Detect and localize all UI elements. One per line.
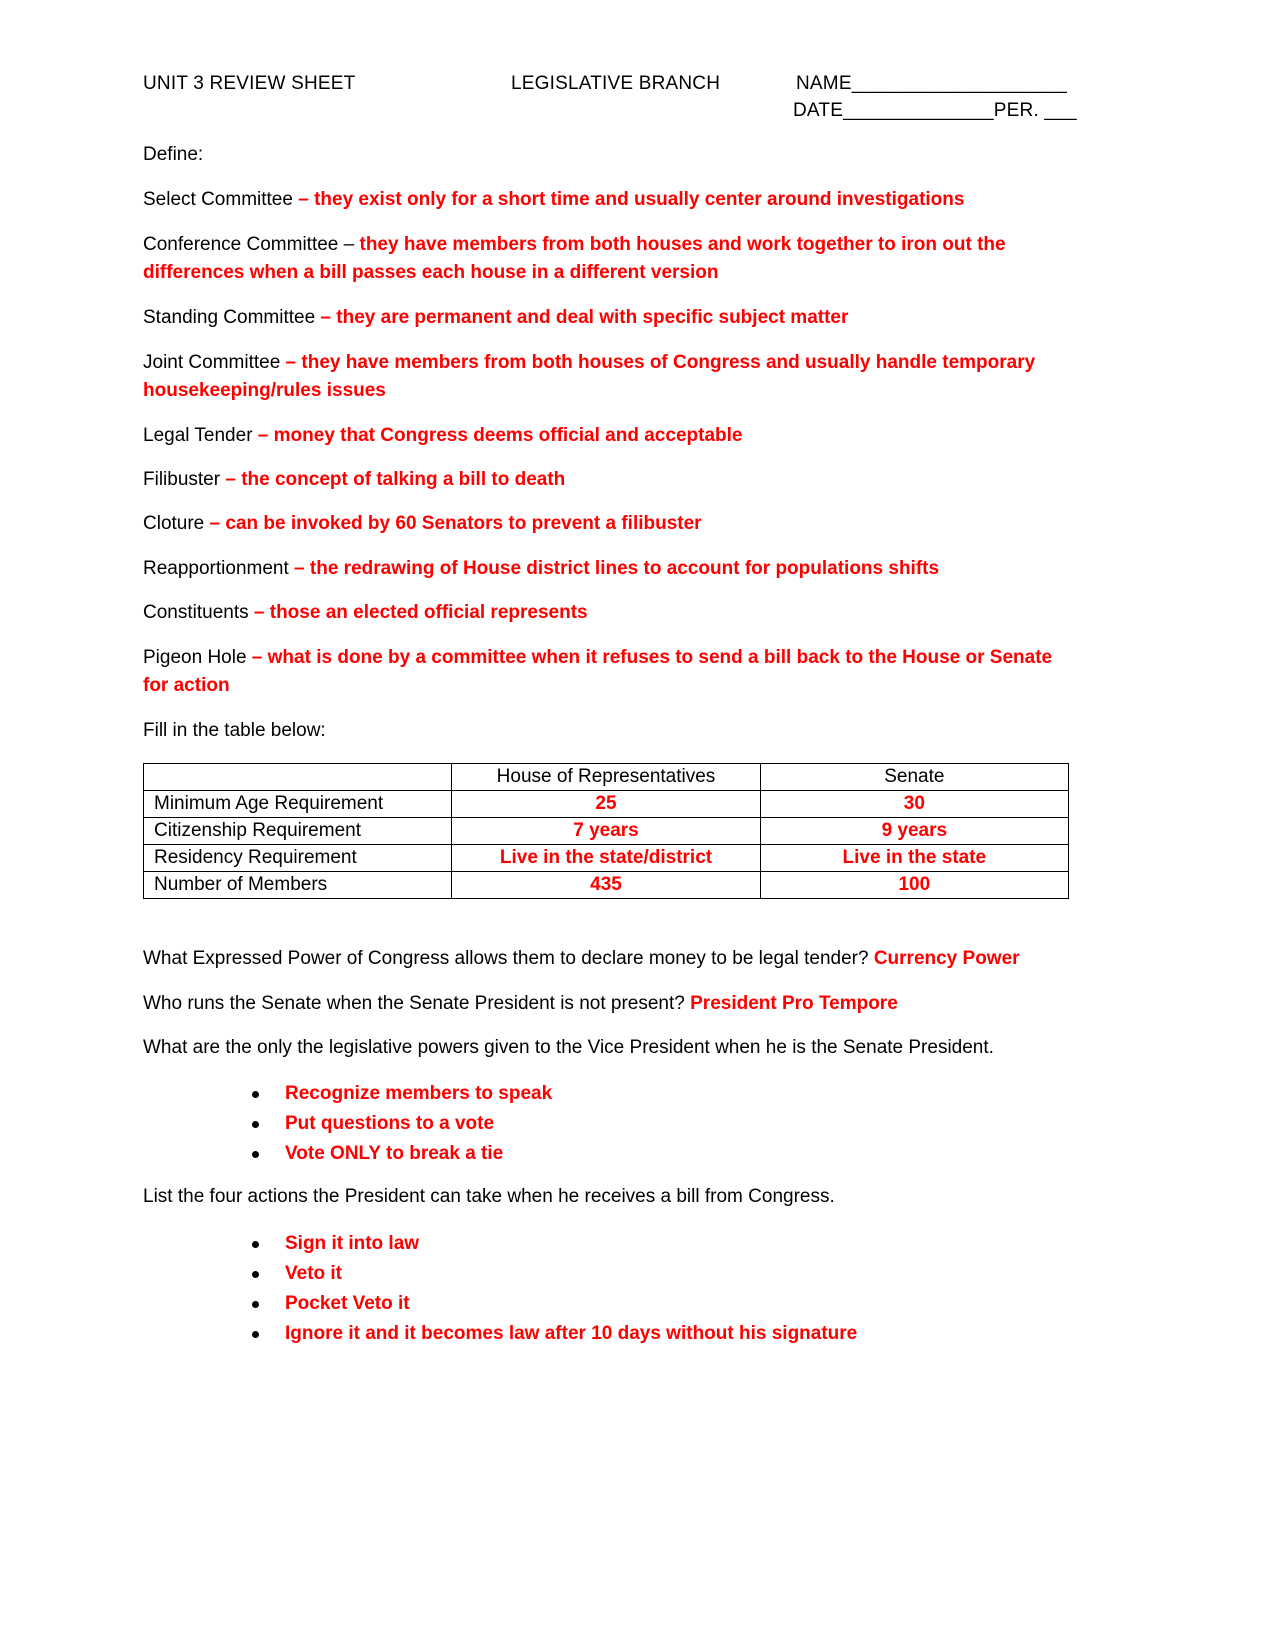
bullet-icon bbox=[252, 1151, 259, 1158]
definition-dash: – bbox=[280, 352, 302, 373]
vp-powers-list: Recognize members to speak Put questions… bbox=[248, 1079, 552, 1169]
house-value: 25 bbox=[451, 790, 761, 818]
list-item-text: Veto it bbox=[285, 1263, 343, 1284]
senate-value: 9 years bbox=[759, 817, 1070, 845]
question-vp-powers: What are the only the legislative powers… bbox=[143, 1037, 994, 1059]
senate-value: 100 bbox=[759, 871, 1070, 899]
date-period-field: DATE______________PER. ___ bbox=[793, 100, 1077, 121]
list-item: Sign it into law bbox=[248, 1229, 857, 1259]
bullet-icon bbox=[252, 1091, 259, 1098]
list-item: Veto it bbox=[248, 1259, 857, 1289]
president-actions-list: Sign it into law Veto it Pocket Veto it … bbox=[248, 1229, 857, 1349]
definition-conference-committee: Conference Committee – they have members… bbox=[143, 231, 1073, 287]
bullet-icon bbox=[252, 1331, 259, 1338]
senate-value: Live in the state bbox=[759, 844, 1070, 872]
question-answer: Currency Power bbox=[873, 948, 1020, 969]
list-item: Recognize members to speak bbox=[248, 1079, 552, 1109]
define-label: Define: bbox=[143, 144, 204, 165]
house-value: 7 years bbox=[451, 817, 761, 845]
question-text: What are the only the legislative powers… bbox=[143, 1037, 994, 1058]
definition-dash: – bbox=[252, 425, 274, 446]
worksheet-page: UNIT 3 REVIEW SHEET LEGISLATIVE BRANCH N… bbox=[0, 0, 1275, 1651]
definition-term: Cloture bbox=[143, 513, 205, 534]
definition-term: Pigeon Hole bbox=[143, 647, 247, 668]
definition-answer: can be invoked by 60 Senators to prevent… bbox=[225, 513, 702, 534]
senate-value: 30 bbox=[759, 790, 1070, 818]
bullet-icon bbox=[252, 1121, 259, 1128]
definition-term: Legal Tender bbox=[143, 425, 253, 446]
definition-reapportionment: Reapportionment – the redrawing of House… bbox=[143, 555, 1073, 583]
row-label: Citizenship Requirement bbox=[142, 817, 453, 845]
name-field: NAME____________________ bbox=[796, 73, 1068, 94]
list-item-text: Put questions to a vote bbox=[285, 1113, 495, 1134]
row-label: Residency Requirement bbox=[142, 844, 453, 872]
definition-dash: – bbox=[338, 234, 360, 255]
definition-dash: – bbox=[246, 647, 268, 668]
row-label: Minimum Age Requirement bbox=[142, 790, 453, 818]
definition-filibuster: Filibuster – the concept of talking a bi… bbox=[143, 466, 1073, 494]
definition-term: Conference Committee bbox=[143, 234, 339, 255]
definition-answer: money that Congress deems official and a… bbox=[273, 425, 743, 446]
definition-dash: – bbox=[220, 469, 242, 490]
definition-term: Filibuster bbox=[143, 469, 221, 490]
question-currency-power: What Expressed Power of Congress allows … bbox=[143, 948, 1020, 970]
question-senate-leader: Who runs the Senate when the Senate Pres… bbox=[143, 993, 898, 1015]
definition-answer: what is done by a committee when it refu… bbox=[143, 647, 1053, 696]
table-header-senate: Senate bbox=[759, 763, 1070, 791]
list-item: Pocket Veto it bbox=[248, 1289, 857, 1319]
unit-title: UNIT 3 REVIEW SHEET bbox=[143, 73, 356, 94]
definition-term: Standing Committee bbox=[143, 307, 316, 328]
definition-select-committee: Select Committee – they exist only for a… bbox=[143, 186, 1073, 214]
definition-term: Reapportionment bbox=[143, 558, 289, 579]
definition-answer: the redrawing of House district lines to… bbox=[309, 558, 940, 579]
definition-dash: – bbox=[292, 189, 315, 210]
table-header-row: House of Representatives Senate bbox=[142, 763, 1070, 791]
definition-pigeon-hole: Pigeon Hole – what is done by a committe… bbox=[143, 644, 1073, 700]
house-value: Live in the state/district bbox=[451, 844, 761, 872]
list-item-text: Recognize members to speak bbox=[285, 1083, 553, 1104]
list-item-text: Sign it into law bbox=[285, 1233, 420, 1254]
definition-term: Joint Committee bbox=[143, 352, 281, 373]
definition-dash: – bbox=[204, 513, 226, 534]
table-intro: Fill in the table below: bbox=[143, 720, 326, 741]
list-item-text: Ignore it and it becomes law after 10 da… bbox=[285, 1323, 858, 1344]
table-header-house: House of Representatives bbox=[451, 763, 761, 791]
definition-answer: they exist only for a short time and usu… bbox=[314, 189, 965, 210]
definition-term: Constituents bbox=[143, 602, 249, 623]
list-item: Put questions to a vote bbox=[248, 1109, 552, 1139]
table-row: Citizenship Requirement 7 years 9 years bbox=[142, 817, 1070, 845]
table-row: Residency Requirement Live in the state/… bbox=[142, 844, 1070, 872]
bullet-icon bbox=[252, 1301, 259, 1308]
definition-dash: – bbox=[315, 307, 337, 328]
list-item: Ignore it and it becomes law after 10 da… bbox=[248, 1319, 857, 1349]
table-row: Minimum Age Requirement 25 30 bbox=[142, 790, 1070, 818]
bullet-icon bbox=[252, 1271, 259, 1278]
question-answer: President Pro Tempore bbox=[690, 993, 898, 1014]
table-row: Number of Members 435 100 bbox=[142, 871, 1070, 899]
row-label: Number of Members bbox=[142, 871, 453, 899]
definition-standing-committee: Standing Committee – they are permanent … bbox=[143, 304, 1073, 332]
definition-answer: those an elected official represents bbox=[269, 602, 588, 623]
house-value: 435 bbox=[451, 871, 761, 899]
table-header-blank bbox=[142, 763, 453, 791]
definition-constituents: Constituents – those an elected official… bbox=[143, 599, 1073, 627]
list-item-text: Pocket Veto it bbox=[285, 1293, 410, 1314]
definition-cloture: Cloture – can be invoked by 60 Senators … bbox=[143, 510, 1073, 538]
definition-dash: – bbox=[288, 558, 310, 579]
list-item: Vote ONLY to break a tie bbox=[248, 1139, 552, 1169]
definition-term: Select Committee bbox=[143, 189, 293, 210]
definition-answer: they are permanent and deal with specifi… bbox=[336, 307, 849, 328]
definition-answer: the concept of talking a bill to death bbox=[241, 469, 566, 490]
list-item-text: Vote ONLY to break a tie bbox=[285, 1143, 504, 1164]
question-text: Who runs the Senate when the Senate Pres… bbox=[143, 993, 685, 1014]
question-text: What Expressed Power of Congress allows … bbox=[143, 948, 869, 969]
definition-joint-committee: Joint Committee – they have members from… bbox=[143, 349, 1073, 405]
question-president-actions: List the four actions the President can … bbox=[143, 1186, 835, 1207]
bullet-icon bbox=[252, 1241, 259, 1248]
definition-dash: – bbox=[248, 602, 270, 623]
branch-title: LEGISLATIVE BRANCH bbox=[511, 73, 721, 94]
definition-legal-tender: Legal Tender – money that Congress deems… bbox=[143, 422, 1073, 450]
requirements-table: House of Representatives Senate Minimum … bbox=[142, 763, 1070, 899]
